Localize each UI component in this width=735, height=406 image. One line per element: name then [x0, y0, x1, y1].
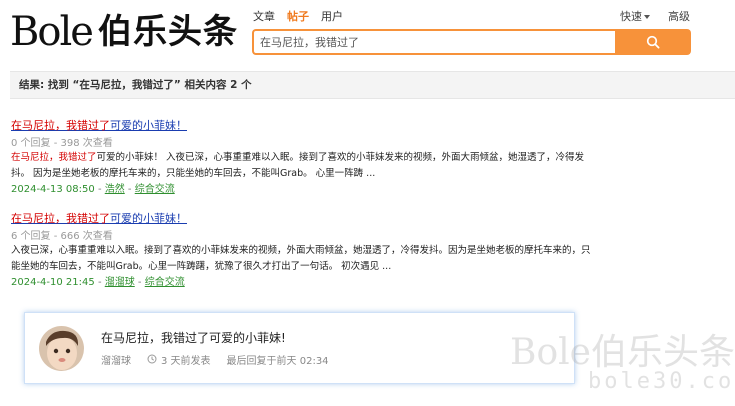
separator: -: [127, 184, 132, 195]
separator: -: [137, 277, 142, 288]
search-icon: [646, 35, 660, 49]
forum-link[interactable]: 综合交流: [145, 277, 185, 288]
post-preview-card[interactable]: 在马尼拉，我错过了可爱的小菲妹! 溜溜球 3 天前发表 最后回复于前天 02:3…: [24, 312, 575, 384]
result-title-link[interactable]: 在马尼拉，我错过了可爱的小菲妹！: [11, 119, 591, 133]
search-type-tabs: 文章 帖子 用户: [253, 8, 343, 24]
quick-search-dropdown[interactable]: 快速: [620, 8, 650, 24]
title-rest: 可爱的小菲妹！: [110, 119, 187, 132]
card-time-ago: 3 天前发表: [161, 355, 211, 367]
result-snippet: 入夜已深，心事重重难以入眠。接到了喜欢的小菲妹发来的视频，外面大雨倾盆，她湿透了…: [11, 245, 591, 272]
search-bar: [252, 29, 691, 55]
list-item: 在马尼拉，我错过了可爱的小菲妹！ 0 个回复 - 398 次查看 在马尼拉，我错…: [11, 119, 591, 197]
result-stats: 6 个回复 - 666 次查看: [11, 231, 113, 242]
site-logo[interactable]: Bole 伯乐头条: [10, 9, 238, 55]
logo-latin-text: Bole: [10, 9, 94, 55]
result-stats: 0 个回复 - 398 次查看: [11, 138, 113, 149]
title-rest: 可爱的小菲妹！: [110, 212, 187, 225]
author-link[interactable]: 浩然: [105, 184, 125, 195]
snippet-rest: 可爱的小菲妹！ 入夜已深，心事重重难以入眠。接到了喜欢的小菲妹发来的视频，外面大…: [11, 152, 585, 179]
result-snippet: 在马尼拉，我错过了可爱的小菲妹！ 入夜已深，心事重重难以入眠。接到了喜欢的小菲妹…: [11, 150, 591, 182]
watermark-url-text: bole30.com: [588, 369, 735, 394]
card-body: 在马尼拉，我错过了可爱的小菲妹! 溜溜球 3 天前发表 最后回复于前天 02:3…: [101, 330, 329, 367]
quick-search-label: 快速: [620, 10, 642, 23]
card-title[interactable]: 在马尼拉，我错过了可爱的小菲妹!: [101, 330, 329, 346]
tab-users[interactable]: 用户: [321, 8, 343, 24]
author-link[interactable]: 溜溜球: [105, 277, 135, 288]
avatar[interactable]: [39, 325, 84, 371]
result-meta: 2024-4-13 08:50 - 浩然 - 综合交流: [11, 182, 591, 197]
search-options: 快速 高级: [620, 8, 690, 24]
result-title-link[interactable]: 在马尼拉，我错过了可爱的小菲妹！: [11, 212, 591, 226]
tab-posts[interactable]: 帖子: [287, 8, 309, 24]
search-button[interactable]: [615, 29, 691, 55]
separator: -: [97, 277, 102, 288]
forum-link[interactable]: 综合交流: [135, 184, 175, 195]
advanced-search-link[interactable]: 高级: [668, 8, 690, 24]
tab-articles[interactable]: 文章: [253, 8, 275, 24]
card-last-reply: 最后回复于前天 02:34: [226, 355, 329, 367]
title-highlight: 在马尼拉，我错过了: [11, 212, 110, 225]
post-date: 2024-4-13 08:50: [11, 184, 95, 195]
card-author[interactable]: 溜溜球: [101, 352, 131, 367]
card-meta: 溜溜球 3 天前发表 最后回复于前天 02:34: [101, 352, 329, 367]
clock-icon: [147, 354, 157, 364]
post-date: 2024-4-10 21:45: [11, 277, 95, 288]
result-summary: 结果: 找到 “在马尼拉，我错过了” 相关内容 2 个: [10, 71, 735, 99]
chevron-down-icon: [644, 15, 650, 19]
separator: -: [97, 184, 102, 195]
snippet-highlight: 在马尼拉，我错过了: [11, 152, 97, 163]
result-meta: 2024-4-10 21:45 - 溜溜球 - 综合交流: [11, 275, 591, 290]
search-input[interactable]: [252, 29, 615, 55]
title-highlight: 在马尼拉，我错过了: [11, 119, 110, 132]
result-list: 在马尼拉，我错过了可爱的小菲妹！ 0 个回复 - 398 次查看 在马尼拉，我错…: [11, 119, 591, 305]
logo-cjk-text: 伯乐头条: [97, 12, 238, 52]
list-item: 在马尼拉，我错过了可爱的小菲妹！ 6 个回复 - 666 次查看 入夜已深，心事…: [11, 212, 591, 290]
